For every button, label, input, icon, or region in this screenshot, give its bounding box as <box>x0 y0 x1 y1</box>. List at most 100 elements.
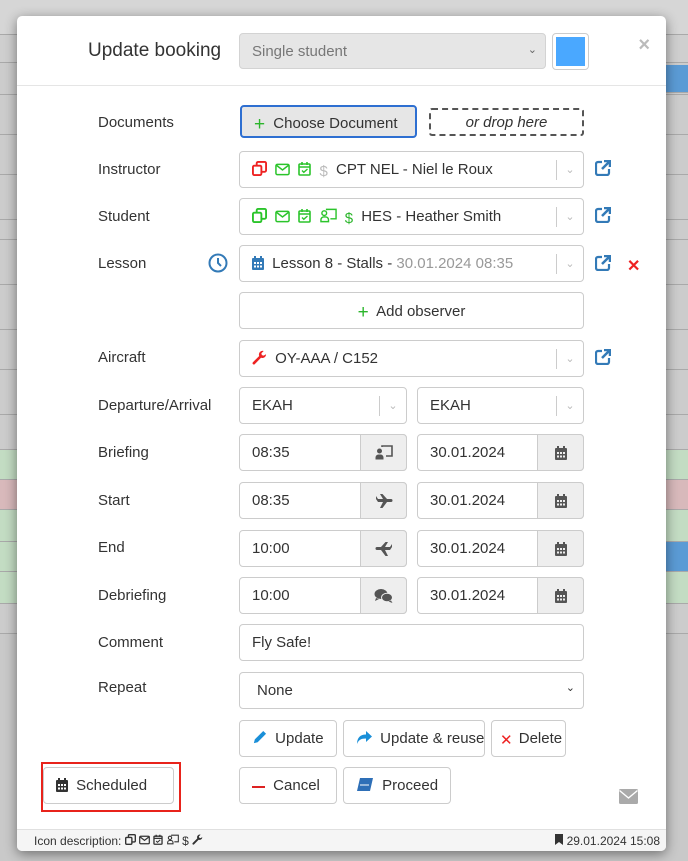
comment-label: Comment <box>98 634 164 651</box>
lesson-label: Lesson <box>98 255 147 272</box>
share-icon <box>356 731 372 749</box>
choose-document-button[interactable]: + Choose Document <box>240 105 417 138</box>
student-select[interactable]: $ HES - Heather Smith ⌄ <box>239 198 584 235</box>
comments-icon[interactable] <box>360 577 407 614</box>
aircraft-value: OY-AAA / C152 <box>275 350 379 367</box>
repeat-select[interactable]: None ⌄ <box>239 672 584 709</box>
cancel-label: Cancel <box>273 777 320 794</box>
briefing-time-input[interactable]: 08:35 <box>239 434 407 471</box>
envelope-icon <box>275 163 290 180</box>
copy-icon <box>252 161 267 180</box>
briefing-date-input[interactable]: 30.01.2024 <box>417 434 584 471</box>
external-link-icon[interactable] <box>594 348 612 369</box>
chevron-down-icon: ⌄ <box>556 349 583 369</box>
booking-type-value: Single student <box>252 43 348 60</box>
legend-calendar-check-icon <box>153 834 164 848</box>
legend-envelope-icon <box>139 834 151 848</box>
delete-button[interactable]: ✕ Delete <box>491 720 566 757</box>
document-drop-zone[interactable]: or drop here <box>429 108 584 136</box>
copy-icon <box>252 208 267 227</box>
minus-icon <box>252 779 265 796</box>
calendar-icon[interactable] <box>537 482 584 519</box>
start-time-value: 08:35 <box>252 492 290 509</box>
debriefing-time-input[interactable]: 10:00 <box>239 577 407 614</box>
external-link-icon[interactable] <box>594 206 612 227</box>
legend-briefing-icon <box>166 834 179 848</box>
briefing-time-value: 08:35 <box>252 444 290 461</box>
logbook-icon <box>356 777 374 796</box>
external-link-icon[interactable] <box>594 159 612 180</box>
update-button[interactable]: Update <box>239 720 337 757</box>
close-button[interactable]: × <box>638 34 650 57</box>
update-reuse-button[interactable]: Update & reuse <box>343 720 485 757</box>
debriefing-date-value: 30.01.2024 <box>430 587 506 604</box>
remove-lesson-icon[interactable]: ✕ <box>627 256 640 276</box>
end-date-input[interactable]: 30.01.2024 <box>417 530 584 567</box>
briefing-icon[interactable] <box>360 434 407 471</box>
calendar-icon[interactable] <box>537 530 584 567</box>
end-time-input[interactable]: 10:00 <box>239 530 407 567</box>
departure-value: EKAH <box>252 397 293 414</box>
calendar-icon[interactable] <box>537 434 584 471</box>
arrival-select[interactable]: EKAH ⌄ <box>417 387 584 424</box>
envelope-icon <box>275 210 290 227</box>
calendar-check-icon <box>298 161 312 180</box>
chevron-down-icon: ⌄ <box>565 682 575 694</box>
chevron-down-icon: ⌄ <box>556 254 583 274</box>
color-picker-button[interactable] <box>552 33 589 70</box>
departure-select[interactable]: EKAH ⌄ <box>239 387 407 424</box>
proceed-button[interactable]: Proceed <box>343 767 451 804</box>
lesson-select[interactable]: Lesson 8 - Stalls - 30.01.2024 08:35 ⌄ <box>239 245 584 282</box>
debriefing-date-input[interactable]: 30.01.2024 <box>417 577 584 614</box>
times-icon: ✕ <box>500 732 513 749</box>
start-date-input[interactable]: 30.01.2024 <box>417 482 584 519</box>
highlight-annotation <box>41 762 181 812</box>
plane-arrival-icon[interactable] <box>360 530 407 567</box>
briefing-label: Briefing <box>98 444 149 461</box>
start-label: Start <box>98 492 130 509</box>
envelope-icon[interactable] <box>619 789 638 808</box>
update-reuse-label: Update & reuse <box>380 730 485 747</box>
add-observer-label: Add observer <box>376 303 466 320</box>
plane-departure-icon[interactable] <box>360 482 407 519</box>
chevron-down-icon: ⌄ <box>556 160 583 180</box>
color-swatch <box>556 37 585 66</box>
plus-icon: + <box>357 302 369 323</box>
dollar-icon: $ <box>319 163 328 180</box>
end-label: End <box>98 539 125 556</box>
comment-value: Fly Safe! <box>252 634 312 651</box>
comment-input[interactable]: Fly Safe! <box>239 624 584 661</box>
legend-copy-icon <box>124 834 136 848</box>
instructor-value: CPT NEL - Niel le Roux <box>336 161 493 178</box>
calendar-icon[interactable] <box>537 577 584 614</box>
dollar-icon: $ <box>344 210 354 227</box>
student-label: Student <box>98 208 150 225</box>
external-link-icon[interactable] <box>594 254 612 275</box>
end-date-value: 30.01.2024 <box>430 540 506 557</box>
add-observer-button[interactable]: + Add observer <box>239 292 584 329</box>
clock-icon[interactable] <box>208 253 228 277</box>
lesson-value: Lesson 8 - Stalls - <box>272 255 397 272</box>
cancel-button[interactable]: Cancel <box>239 767 337 804</box>
start-date-value: 30.01.2024 <box>430 492 506 509</box>
delete-label: Delete <box>518 730 563 747</box>
departure-arrival-label: Departure/Arrival <box>98 397 212 414</box>
update-label: Update <box>275 730 324 747</box>
instructor-select[interactable]: $ CPT NEL - Niel le Roux ⌄ <box>239 151 584 188</box>
update-booking-modal: Update booking Single student ⌄ × Docume… <box>17 16 666 851</box>
bookmark-icon <box>555 834 564 848</box>
booking-type-select[interactable]: Single student ⌄ <box>239 33 546 69</box>
debriefing-label: Debriefing <box>98 587 167 604</box>
aircraft-select[interactable]: OY-AAA / C152 ⌄ <box>239 340 584 377</box>
chevron-down-icon: ⌄ <box>556 207 583 227</box>
chevron-down-icon: ⌄ <box>379 396 406 416</box>
choose-document-label: Choose Document <box>273 115 398 132</box>
start-time-input[interactable]: 08:35 <box>239 482 407 519</box>
repeat-value: None <box>257 682 293 699</box>
documents-label: Documents <box>98 114 174 131</box>
legend-dollar-icon: $ <box>182 834 189 848</box>
plus-icon: + <box>254 114 266 135</box>
aircraft-label: Aircraft <box>98 349 146 366</box>
calendar-icon <box>252 256 264 274</box>
briefing-icon <box>319 208 337 227</box>
